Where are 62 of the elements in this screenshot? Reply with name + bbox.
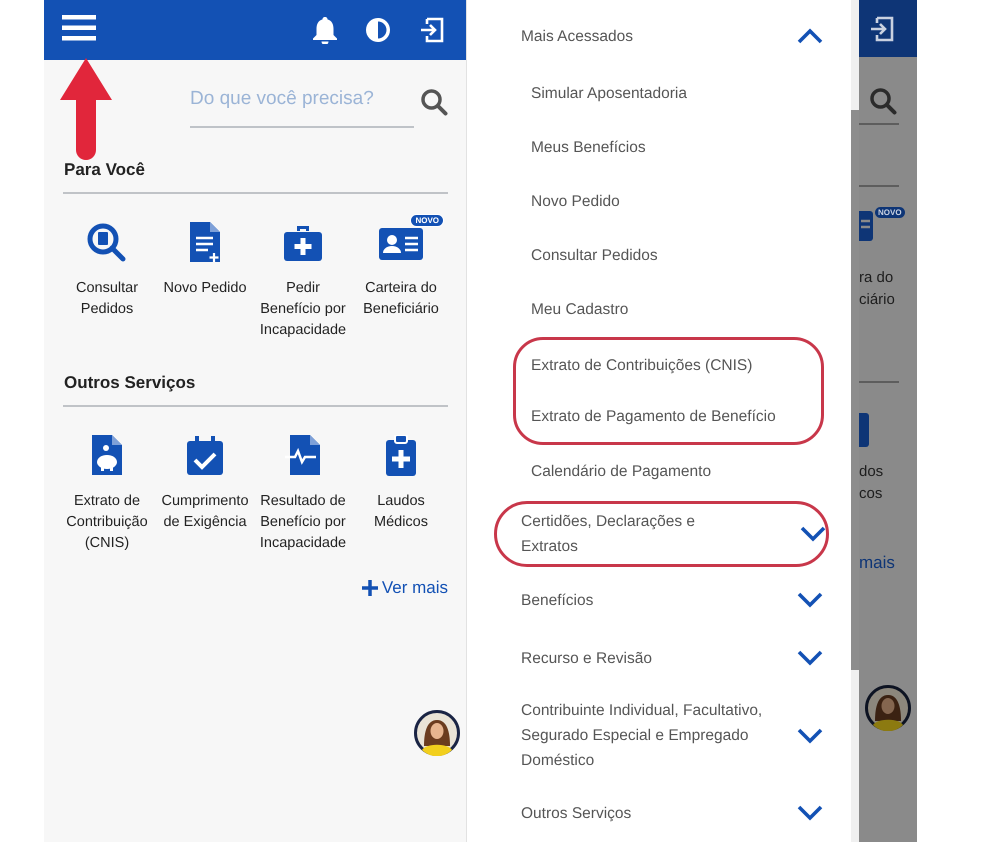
id-card-icon[interactable] xyxy=(378,225,424,261)
menu-item[interactable]: Meus Benefícios xyxy=(521,121,851,175)
menu-icon[interactable] xyxy=(62,15,96,41)
plus-icon xyxy=(362,580,378,596)
chevron-icon[interactable] xyxy=(800,526,826,542)
menu-item[interactable]: Meu Cadastro xyxy=(521,283,851,337)
document-plus-icon[interactable] xyxy=(188,222,222,264)
service-label[interactable]: Pedir Benefício por Incapacidade xyxy=(254,278,352,341)
chevron-icon[interactable] xyxy=(797,650,823,666)
category-title: Benefícios xyxy=(521,590,594,610)
service-label[interactable]: Novo Pedido xyxy=(156,278,254,299)
chevron-icon[interactable] xyxy=(797,805,823,821)
menu-category[interactable]: Mais Acessados xyxy=(521,9,851,63)
service-label[interactable]: Resultado de Benefício por Incapacidade xyxy=(254,491,352,554)
chevron-icon[interactable] xyxy=(797,28,823,44)
service-label: ra do xyxy=(859,268,894,288)
menu-category[interactable]: Certidões, Declarações e Extratos xyxy=(494,501,829,567)
calendar-check-icon[interactable] xyxy=(186,436,224,476)
menu-item[interactable]: Novo Pedido xyxy=(521,175,851,229)
see-more-link[interactable]: Ver mais xyxy=(362,578,448,598)
section-title: Para Você xyxy=(63,159,146,180)
search-icon[interactable] xyxy=(420,88,448,116)
service-label: cos xyxy=(859,484,884,504)
contrast-icon[interactable] xyxy=(364,16,392,44)
service-label[interactable]: Consultar Pedidos xyxy=(58,278,156,320)
bell-icon[interactable] xyxy=(312,16,338,44)
menu-item[interactable]: Calendário de Pagamento xyxy=(521,445,851,499)
avatar-icon xyxy=(865,685,911,731)
service-label[interactable]: Laudos Médicos xyxy=(352,491,450,533)
category-title: Mais Acessados xyxy=(521,26,633,46)
category-title: Certidões, Declarações e Extratos xyxy=(521,512,696,557)
service-label[interactable]: Extrato de Contribuição (CNIS) xyxy=(58,491,156,554)
menu-category[interactable]: Contribuinte Individual, Facultativo, Segurado Especial e Empregado Doméstico xyxy=(521,689,851,782)
new-badge: NOVO xyxy=(410,214,444,227)
service-label: ciário xyxy=(859,290,896,310)
menu-category[interactable]: Recurso e Revisão xyxy=(521,631,851,685)
section-title: Outros Serviços xyxy=(63,372,196,393)
service-label: dos xyxy=(859,462,884,482)
search-icon xyxy=(869,87,897,115)
medical-kit-icon[interactable] xyxy=(283,224,323,262)
scrollbar-thumb[interactable] xyxy=(851,110,859,670)
chevron-icon[interactable] xyxy=(797,592,823,608)
service-label[interactable]: Cumprimento de Exigência xyxy=(156,491,254,533)
sign-in-icon[interactable] xyxy=(868,14,896,42)
category-title: Contribuinte Individual, Facultativo, Segurado Especial e Empregado Doméstico xyxy=(521,701,764,771)
avatar-icon[interactable] xyxy=(414,710,460,756)
sign-in-icon[interactable] xyxy=(418,16,446,44)
menu-item[interactable]: Extrato de Pagamento de Benefício xyxy=(521,391,821,442)
clipboard-plus-icon[interactable] xyxy=(385,435,417,477)
category-title: Recurso e Revisão xyxy=(521,648,652,668)
menu-category[interactable]: Benefícios xyxy=(521,573,851,627)
chevron-icon[interactable] xyxy=(797,728,823,744)
menu-item[interactable]: Simular Aposentadoria xyxy=(521,67,851,121)
document-piggy-bank-icon[interactable] xyxy=(90,435,124,477)
new-badge: NOVO xyxy=(875,207,905,218)
search-field[interactable]: Do que você precisa? xyxy=(190,88,414,128)
menu-item[interactable]: Consultar Pedidos xyxy=(521,229,851,283)
menu-item[interactable]: Extrato de Contribuições (CNIS) xyxy=(521,340,821,391)
document-pulse-icon[interactable] xyxy=(284,435,322,477)
category-title: Outros Serviços xyxy=(521,804,632,824)
service-label[interactable]: Carteira do Beneficiário xyxy=(352,278,450,320)
menu-category[interactable]: Outros Serviços xyxy=(521,786,851,840)
